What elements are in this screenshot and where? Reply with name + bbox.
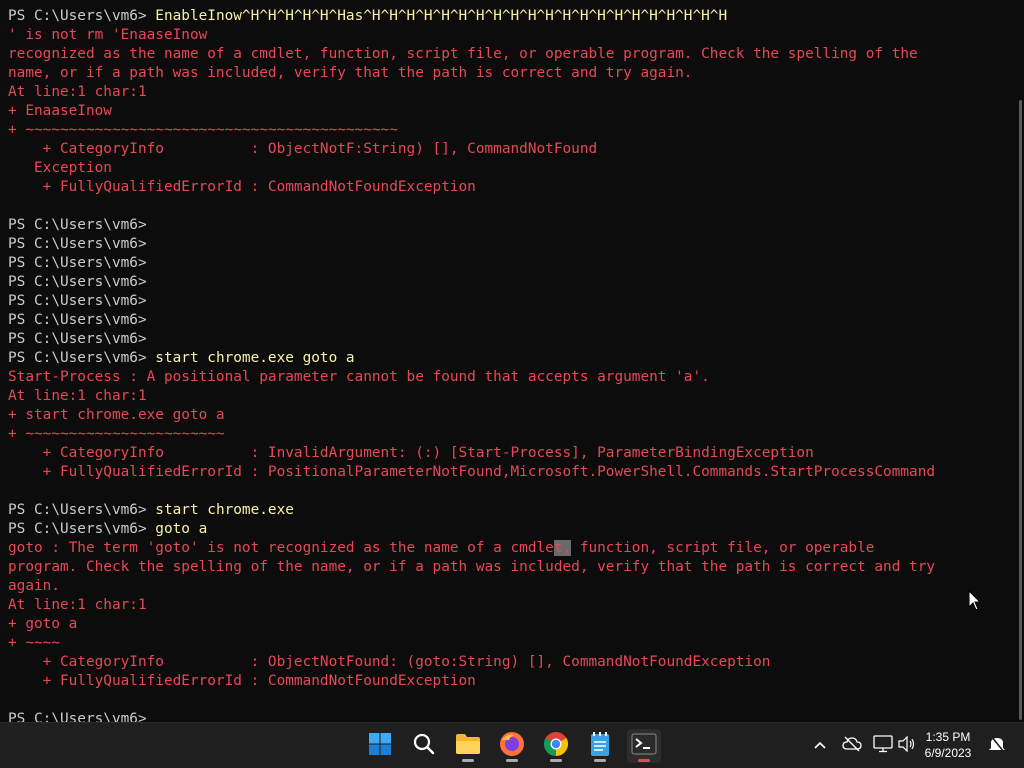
error-text: goto : The term 'goto' is not recognized…	[8, 540, 554, 556]
error-line: recognized as the name of a cmdlet, func…	[8, 46, 918, 62]
error-line: ' is not rm 'EnaaseInow	[8, 27, 208, 43]
error-line: Exception	[8, 160, 112, 176]
prompt-line: PS C:\Users\vm6>	[8, 236, 156, 252]
prompt-line: PS C:\Users\vm6>	[8, 312, 156, 328]
running-indicator	[506, 759, 518, 762]
terminal-scrollbar[interactable]	[1019, 100, 1022, 720]
show-hidden-icons-button[interactable]	[809, 735, 831, 757]
chrome-button[interactable]	[539, 729, 573, 763]
text-selection[interactable]: t,	[553, 540, 572, 556]
onedrive-button[interactable]	[841, 735, 863, 757]
clock[interactable]: 1:35 PM 6/9/2023	[918, 729, 978, 761]
error-line: + CategoryInfo : ObjectNotF:String) [], …	[8, 141, 598, 157]
notepad-icon	[589, 731, 611, 762]
firefox-button[interactable]	[495, 729, 529, 763]
volume-icon	[898, 735, 916, 757]
search-icon	[412, 732, 436, 761]
start-button[interactable]	[363, 729, 397, 763]
clock-time: 1:35 PM	[925, 730, 971, 744]
error-line: + goto a	[8, 616, 78, 632]
volume-button[interactable]	[896, 735, 918, 757]
chrome-icon	[543, 731, 569, 762]
notification-icon	[988, 735, 1006, 758]
terminal-button[interactable]	[627, 729, 661, 763]
prompt: PS C:\Users\vm6>	[8, 502, 156, 518]
command-text: start chrome.exe	[155, 502, 294, 518]
error-line: + FullyQualifiedErrorId : PositionalPara…	[8, 464, 936, 480]
error-text: function, script file, or operable	[571, 540, 875, 556]
taskbar: 1:35 PM 6/9/2023	[0, 722, 1024, 768]
running-indicator	[638, 759, 650, 762]
file-explorer-button[interactable]	[451, 729, 485, 763]
command-text: EnableInow^H^H^H^H^H^Has^H^H^H^H^H^H^H^H…	[155, 8, 728, 24]
network-icon	[873, 734, 893, 758]
terminal-line: PS C:\Users\vm6> EnableInow^H^H^H^H^H^Ha…	[8, 7, 1024, 26]
firefox-icon	[499, 731, 525, 762]
search-button[interactable]	[407, 729, 441, 763]
error-line: + FullyQualifiedErrorId : CommandNotFoun…	[8, 179, 476, 195]
error-line: + ~~~~	[8, 635, 60, 651]
cloud-off-icon	[842, 736, 862, 757]
error-line: At line:1 char:1	[8, 597, 147, 613]
running-indicator	[550, 759, 562, 762]
terminal-line: PS C:\Users\vm6> start chrome.exe	[8, 501, 1024, 520]
error-line: again.	[8, 578, 60, 594]
prompt-line: PS C:\Users\vm6>	[8, 331, 156, 347]
error-line: name, or if a path was included, verify …	[8, 65, 693, 81]
prompt: PS C:\Users\vm6>	[8, 350, 156, 366]
error-line: program. Check the spelling of the name,…	[8, 559, 936, 575]
running-indicator	[462, 759, 474, 762]
prompt-line: PS C:\Users\vm6>	[8, 293, 156, 309]
error-line: + EnaaseInow	[8, 103, 112, 119]
running-indicator	[594, 759, 606, 762]
command-text: start chrome.exe goto a	[155, 350, 355, 366]
clock-date: 6/9/2023	[924, 746, 972, 760]
error-line: + start chrome.exe goto a	[8, 407, 225, 423]
file-explorer-icon	[455, 733, 481, 760]
error-line: goto : The term 'goto' is not recognized…	[8, 539, 1024, 558]
prompt-line: PS C:\Users\vm6>	[8, 274, 156, 290]
terminal-line: PS C:\Users\vm6> start chrome.exe goto a	[8, 349, 1024, 368]
terminal-window[interactable]: PS C:\Users\vm6> EnableInow^H^H^H^H^H^Ha…	[0, 0, 1024, 722]
chevron-up-icon	[813, 737, 827, 755]
prompt: PS C:\Users\vm6>	[8, 8, 156, 24]
prompt-line: PS C:\Users\vm6>	[8, 711, 147, 722]
mouse-cursor-icon	[968, 589, 982, 617]
start-icon	[368, 732, 392, 761]
command-text: goto a	[155, 521, 208, 537]
terminal-icon	[631, 733, 657, 760]
error-line: At line:1 char:1	[8, 388, 147, 404]
error-line: Start-Process : A positional parameter c…	[8, 369, 710, 385]
error-line: At line:1 char:1	[8, 84, 147, 100]
terminal-line: PS C:\Users\vm6> goto a	[8, 520, 1024, 539]
error-line: + CategoryInfo : ObjectNotFound: (goto:S…	[8, 654, 771, 670]
prompt-line: PS C:\Users\vm6>	[8, 255, 156, 271]
notifications-button[interactable]	[986, 735, 1008, 757]
prompt-line: PS C:\Users\vm6>	[8, 217, 156, 233]
network-button[interactable]	[872, 734, 894, 758]
prompt: PS C:\Users\vm6>	[8, 521, 156, 537]
notepad-button[interactable]	[583, 729, 617, 763]
error-line: + ~~~~~~~~~~~~~~~~~~~~~~~	[8, 426, 225, 442]
error-line: + FullyQualifiedErrorId : CommandNotFoun…	[8, 673, 476, 689]
error-line: + CategoryInfo : InvalidArgument: (:) [S…	[8, 445, 814, 461]
error-line: + ~~~~~~~~~~~~~~~~~~~~~~~~~~~~~~~~~~~~~~…	[8, 122, 398, 138]
